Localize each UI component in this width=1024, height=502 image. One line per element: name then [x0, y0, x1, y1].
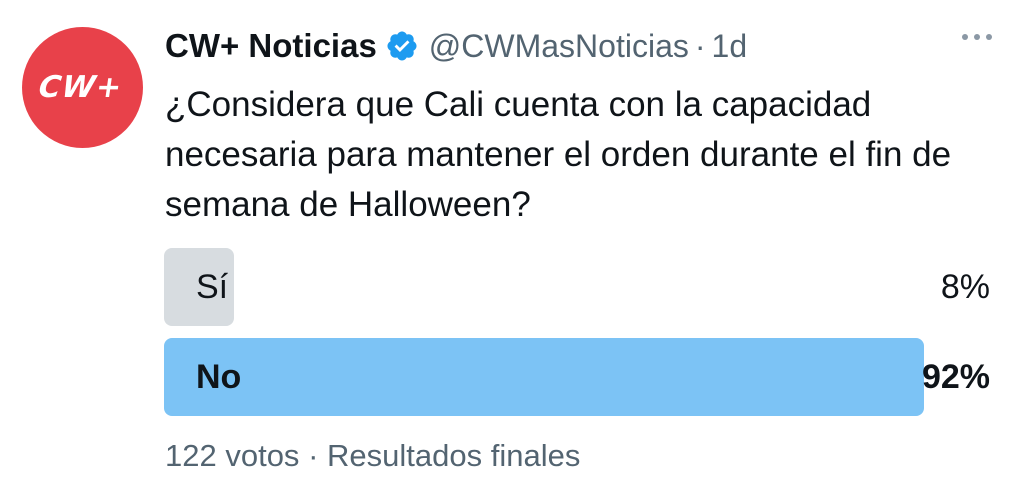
- post-time[interactable]: 1d: [712, 28, 748, 65]
- poll-option-no: No 92%: [164, 338, 990, 416]
- poll-result-bar: [164, 338, 924, 416]
- verified-badge-icon[interactable]: [385, 29, 419, 63]
- poll-footer-separator: ·: [308, 438, 319, 473]
- poll-vote-count: 122 votos: [165, 438, 300, 473]
- more-options-icon[interactable]: [962, 34, 992, 40]
- poll-status: Resultados finales: [327, 438, 581, 473]
- poll-footer: 122 votos · Resultados finales: [165, 438, 580, 474]
- avatar[interactable]: CW+: [22, 27, 143, 148]
- poll-option-percent: 92%: [921, 358, 990, 396]
- header-separator: ·: [694, 27, 706, 64]
- display-name[interactable]: CW+ Noticias: [165, 27, 377, 65]
- avatar-logo-text: CW+: [36, 70, 125, 105]
- user-handle[interactable]: @CWMasNoticias: [429, 28, 689, 65]
- tweet-text: ¿Considera que Cali cuenta con la capaci…: [165, 85, 952, 224]
- poll-option-percent: 8%: [940, 268, 990, 306]
- poll-option-label: No: [196, 358, 242, 396]
- poll-option-label: Sí: [196, 268, 229, 306]
- poll-option-si: Sí 8%: [164, 248, 990, 326]
- tweet-header: CW+ Noticias @CWMasNoticias · 1d: [165, 22, 747, 70]
